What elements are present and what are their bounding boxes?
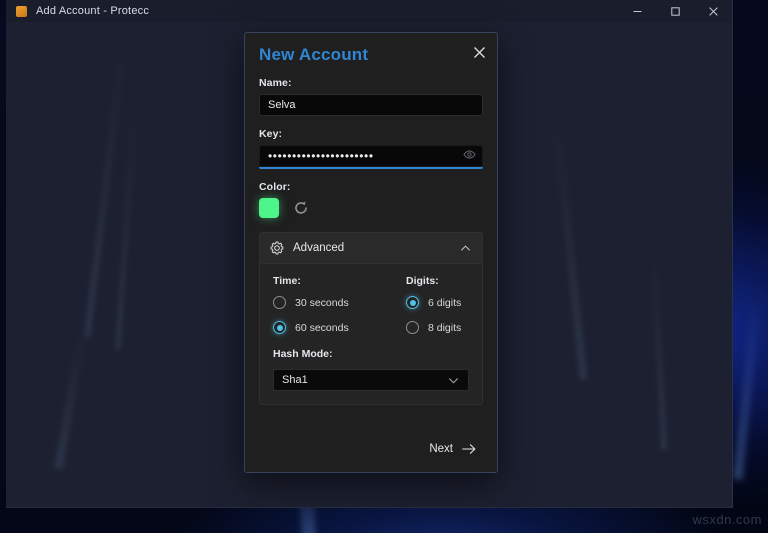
key-input[interactable]: •••••••••••••••••••••• xyxy=(259,145,483,167)
maximize-button[interactable] xyxy=(656,0,694,22)
radio-mark xyxy=(406,296,419,309)
name-input-value: Selva xyxy=(268,99,296,111)
window-controls xyxy=(618,0,732,22)
hash-mode-group: Hash Mode: Sha1 xyxy=(273,348,469,391)
radio-label: 8 digits xyxy=(428,321,462,334)
color-field-group: Color: xyxy=(259,181,483,218)
key-input-value: •••••••••••••••••••••• xyxy=(268,150,374,162)
radio-digits-8[interactable]: 8 digits xyxy=(406,321,469,334)
background-streak xyxy=(115,100,138,350)
name-input[interactable]: Selva xyxy=(259,94,483,116)
dialog-close-button[interactable] xyxy=(471,44,487,60)
name-label: Name: xyxy=(259,77,292,89)
advanced-label: Advanced xyxy=(293,242,345,254)
app-window: Add Account - Protecc New Account Name: … xyxy=(6,0,733,508)
radio-label: 30 seconds xyxy=(295,296,349,309)
close-button[interactable] xyxy=(694,0,732,22)
wallpaper-streak xyxy=(732,299,762,481)
dialog-footer: Next xyxy=(423,438,483,460)
radio-mark xyxy=(273,321,286,334)
advanced-panel: Advanced Time: 30 seconds 60 seconds Dig… xyxy=(259,232,483,405)
minimize-icon xyxy=(633,10,641,12)
next-button[interactable]: Next xyxy=(423,438,483,460)
chevron-down-icon xyxy=(447,374,460,387)
background-streak xyxy=(53,330,88,470)
close-icon xyxy=(708,6,718,16)
window-title: Add Account - Protecc xyxy=(36,5,150,17)
hash-mode-select[interactable]: Sha1 xyxy=(273,369,469,391)
close-icon xyxy=(473,46,485,58)
time-label: Time: xyxy=(273,275,301,287)
digits-option-group: Digits: 6 digits 8 digits xyxy=(406,275,469,334)
chevron-up-icon xyxy=(459,242,472,255)
next-button-label: Next xyxy=(429,443,453,455)
hash-mode-value: Sha1 xyxy=(282,374,308,386)
titlebar: Add Account - Protecc xyxy=(6,0,732,22)
key-field-group: Key: •••••••••••••••••••••• xyxy=(259,128,483,169)
watermark: wsxdn.com xyxy=(692,512,762,527)
refresh-icon[interactable] xyxy=(293,200,309,216)
advanced-body: Time: 30 seconds 60 seconds Digits: 6 di… xyxy=(260,264,482,404)
digits-label: Digits: xyxy=(406,275,439,287)
color-swatch[interactable] xyxy=(259,198,279,218)
key-input-focus-underline xyxy=(259,167,483,169)
minimize-button[interactable] xyxy=(618,0,656,22)
radio-digits-6[interactable]: 6 digits xyxy=(406,296,469,309)
maximize-icon xyxy=(670,6,680,16)
radio-mark xyxy=(273,296,286,309)
new-account-dialog: New Account Name: Selva Key: •••••••••••… xyxy=(244,32,498,473)
arrow-right-icon xyxy=(461,442,477,456)
radio-label: 6 digits xyxy=(428,296,462,309)
background-streak xyxy=(552,120,588,380)
eye-icon[interactable] xyxy=(463,148,476,164)
radio-label: 60 seconds xyxy=(295,321,349,334)
gear-icon xyxy=(270,241,284,255)
radio-time-30-seconds[interactable]: 30 seconds xyxy=(273,296,406,309)
key-label: Key: xyxy=(259,128,283,140)
advanced-toggle[interactable]: Advanced xyxy=(260,233,482,264)
radio-time-60-seconds[interactable]: 60 seconds xyxy=(273,321,406,334)
background-streak xyxy=(650,249,668,451)
time-option-group: Time: 30 seconds 60 seconds xyxy=(273,275,406,334)
hash-mode-label: Hash Mode: xyxy=(273,348,333,360)
color-label: Color: xyxy=(259,181,291,193)
dialog-title: New Account xyxy=(259,45,369,64)
background-streak xyxy=(83,38,128,338)
name-field-group: Name: Selva xyxy=(259,77,483,116)
radio-mark xyxy=(406,321,419,334)
app-icon xyxy=(16,5,27,17)
